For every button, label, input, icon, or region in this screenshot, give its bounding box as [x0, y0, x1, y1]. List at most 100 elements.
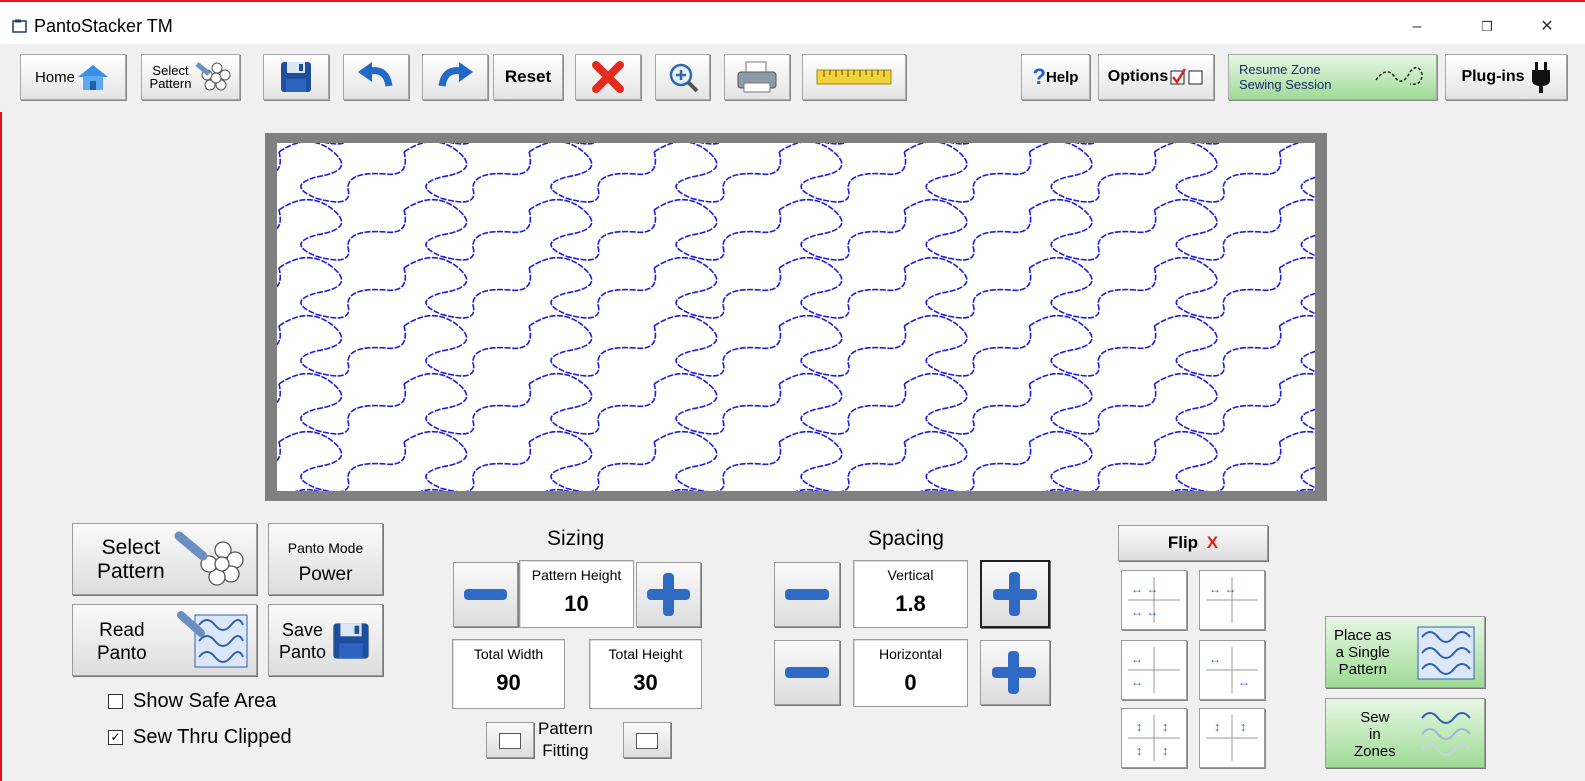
stitch-motif — [1153, 140, 1282, 203]
measure-button[interactable] — [802, 54, 906, 100]
horizontal-spacing-value[interactable]: 0 — [854, 670, 967, 696]
place-single-pattern-button[interactable]: Place as a Single Pattern — [1325, 616, 1485, 688]
pattern-height-box[interactable]: Pattern Height 10 — [519, 560, 634, 628]
close-button[interactable]: ✕ — [1524, 12, 1570, 42]
restore-button[interactable]: ❐ — [1464, 12, 1510, 42]
stitch-motif — [278, 256, 407, 319]
undo-icon — [358, 62, 393, 87]
stitch-motif — [1279, 314, 1407, 377]
stitch-motif — [528, 372, 657, 435]
save-panto-button[interactable]: Save Panto — [268, 604, 383, 676]
stitch-motif — [653, 314, 782, 377]
total-width-box[interactable]: Total Width 90 — [452, 639, 565, 709]
stitch-motif — [1279, 488, 1407, 551]
zoom-in-icon — [669, 63, 698, 93]
select-pattern-toolbar-button[interactable]: Select Pattern — [141, 54, 240, 100]
layout-offset-diagonal-button[interactable]: ↔ ↔ — [1199, 640, 1265, 700]
minimize-button[interactable]: – — [1394, 12, 1440, 42]
show-safe-area-box[interactable] — [108, 694, 123, 709]
vertical-spacing-decrease-button[interactable] — [774, 562, 840, 627]
pattern-canvas[interactable] — [153, 82, 1532, 551]
vertical-spacing-box[interactable]: Vertical 1.8 — [853, 560, 968, 628]
total-height-box[interactable]: Total Height 30 — [589, 639, 702, 709]
stitch-motif — [1028, 140, 1157, 203]
sizing-heading: Sizing — [547, 527, 605, 550]
stitch-motif — [403, 198, 532, 261]
minus-icon — [785, 589, 829, 600]
layout-offset-left-button[interactable]: ↔ ↔ — [1121, 640, 1187, 700]
print-button[interactable] — [724, 54, 790, 100]
save-button[interactable] — [263, 54, 329, 100]
stitch-motif — [903, 256, 1032, 319]
stitch-motif — [1279, 430, 1407, 493]
pattern-fitting-label: Pattern Fitting — [538, 719, 593, 760]
reset-label: Reset — [504, 67, 552, 86]
total-height-value[interactable]: 30 — [590, 670, 701, 696]
plugins-button[interactable]: Plug-ins — [1445, 54, 1567, 100]
sew-in-zones-button[interactable]: Sew in Zones — [1325, 698, 1485, 768]
svg-text:↕: ↕ — [1162, 743, 1169, 758]
horizontal-spacing-label: Horizontal — [878, 646, 943, 662]
stitch-motif — [903, 198, 1032, 261]
vertical-spacing-value[interactable]: 1.8 — [854, 591, 967, 617]
plus-icon — [993, 572, 1037, 616]
stitch-motif — [903, 372, 1032, 435]
stitch-motif — [778, 140, 907, 203]
undo-button[interactable] — [343, 54, 409, 100]
layout-grid-split-button[interactable]: ↔ ↔ — [1199, 570, 1265, 630]
pattern-height-increase-button[interactable] — [636, 562, 701, 627]
resume-zone-button[interactable]: Resume Zone Sewing Session — [1228, 54, 1437, 100]
title-bar: PantoStacker TM – ❐ ✕ — [0, 0, 1585, 44]
stitch-motif — [653, 372, 782, 435]
total-width-value[interactable]: 90 — [453, 670, 564, 696]
save-panto-label: Save Panto — [279, 620, 327, 662]
panto-mode-button[interactable]: Panto Mode Power — [268, 523, 383, 595]
sew-thru-clipped-label: Sew Thru Clipped — [133, 726, 292, 748]
show-safe-area-checkbox[interactable]: Show Safe Area — [108, 690, 276, 713]
layout-vertical-split-button[interactable]: ↕ ↕ — [1199, 708, 1265, 768]
zoom-button[interactable] — [655, 54, 710, 100]
pattern-fitting-right-button[interactable] — [623, 722, 671, 758]
stitch-motif — [1279, 140, 1407, 203]
vertical-spacing-increase-button[interactable] — [980, 560, 1050, 628]
stitch-motif — [778, 314, 907, 377]
stitch-motif — [278, 314, 407, 377]
svg-text:↔: ↔ — [1209, 652, 1221, 666]
stitch-motif — [1028, 314, 1157, 377]
home-button[interactable]: Home — [20, 54, 126, 100]
svg-text:↕: ↕ — [1240, 719, 1247, 734]
layout-vertical-2x2-button[interactable]: ↕ ↕ ↕ ↕ — [1121, 708, 1187, 768]
delete-button[interactable] — [575, 54, 641, 100]
help-label: Help — [1045, 68, 1079, 86]
panto-mode-value: Power — [298, 564, 353, 585]
horizontal-spacing-box[interactable]: Horizontal 0 — [853, 639, 968, 707]
pattern-fitting-left-button[interactable] — [486, 722, 534, 758]
reset-button[interactable]: Reset — [493, 54, 563, 100]
horizontal-spacing-decrease-button[interactable] — [774, 640, 840, 705]
help-button[interactable]: ? Help — [1021, 54, 1090, 100]
options-button[interactable]: Options — [1098, 54, 1214, 100]
sew-thru-clipped-checkbox[interactable]: ✓ Sew Thru Clipped — [108, 726, 292, 749]
svg-text:↕: ↕ — [1162, 719, 1169, 734]
sew-thru-clipped-box[interactable]: ✓ — [108, 730, 123, 745]
fit-height-icon — [636, 733, 658, 749]
svg-text:↕: ↕ — [1214, 719, 1221, 734]
stitch-motif — [778, 372, 907, 435]
flip-button[interactable]: Flip X — [1118, 525, 1268, 561]
select-pattern-toolbar-label: Select Pattern — [149, 63, 192, 91]
pattern-height-value[interactable]: 10 — [520, 591, 633, 617]
options-label: Options — [1107, 68, 1169, 85]
stitch-motif — [528, 140, 657, 203]
grid-vertical-arrows-icon: ↕ ↕ ↕ ↕ — [1128, 715, 1180, 761]
pattern-height-decrease-button[interactable] — [453, 562, 518, 627]
select-pattern-button[interactable]: Select Pattern — [72, 523, 257, 595]
stitch-motif — [778, 198, 907, 261]
horizontal-spacing-increase-button[interactable] — [980, 640, 1050, 705]
stitch-motif — [653, 198, 782, 261]
read-panto-button[interactable]: Read Panto — [72, 604, 257, 676]
layout-grid-2x2-button[interactable]: ↔ ↔ ↔ ↔ — [1121, 570, 1187, 630]
plus-icon — [647, 573, 690, 616]
stitch-motif — [528, 256, 657, 319]
redo-button[interactable] — [422, 54, 488, 100]
floppy-disk-icon — [281, 62, 311, 92]
